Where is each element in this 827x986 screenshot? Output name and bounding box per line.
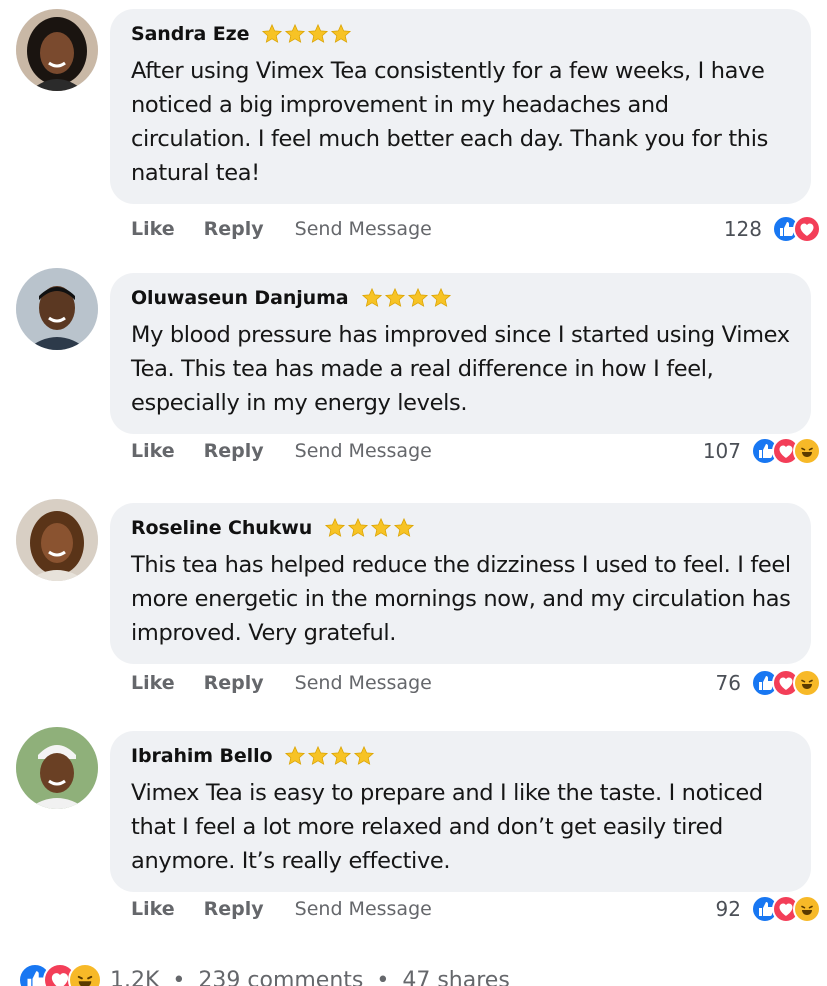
star-icon	[407, 287, 428, 307]
star-icon	[262, 23, 283, 43]
avatar-photo	[16, 268, 98, 350]
star-icon	[371, 517, 392, 537]
reaction-icons[interactable]	[772, 215, 821, 243]
total-reaction-count[interactable]: 1.2K	[110, 968, 159, 986]
star-rating	[324, 517, 415, 539]
comment-feed: Sandra Eze After using Vimex Tea consist…	[0, 0, 827, 986]
total-reaction-icons[interactable]	[18, 963, 102, 986]
comments-count-link[interactable]: 239 comments	[198, 968, 363, 986]
comment-actions: Like Reply Send Message 92	[131, 893, 821, 925]
reaction-count[interactable]: 76	[716, 671, 741, 695]
star-icon	[348, 517, 369, 537]
comment-author[interactable]: Ibrahim Bello	[131, 745, 273, 767]
reaction-icons[interactable]	[751, 437, 821, 465]
separator-dot: •	[376, 967, 390, 986]
star-icon	[354, 745, 375, 765]
avatar[interactable]	[16, 727, 98, 809]
avatar[interactable]	[16, 499, 98, 581]
send-message-button[interactable]: Send Message	[295, 898, 432, 920]
reply-button[interactable]: Reply	[204, 218, 264, 240]
comment-bubble: Oluwaseun Danjuma My blood pressure has …	[110, 273, 811, 434]
star-rating	[261, 23, 352, 45]
star-rating	[361, 287, 452, 309]
like-button[interactable]: Like	[131, 440, 175, 462]
avatar-photo	[16, 499, 98, 581]
comment-actions: Like Reply Send Message 107	[131, 435, 821, 467]
like-button[interactable]: Like	[131, 218, 175, 240]
shares-count-link[interactable]: 47 shares	[402, 968, 509, 986]
comment-actions: Like Reply Send Message 76	[131, 667, 821, 699]
star-icon	[308, 745, 329, 765]
avatar-photo	[16, 9, 98, 91]
post-summary-bar: 1.2K • 239 comments • 47 shares	[18, 960, 510, 986]
reply-button[interactable]: Reply	[204, 440, 264, 462]
comment-bubble: Roseline Chukwu This tea has helped redu…	[110, 503, 811, 664]
love-reaction-icon	[793, 215, 821, 243]
haha-reaction-icon	[793, 437, 821, 465]
comment-text: After using Vimex Tea consistently for a…	[131, 58, 768, 186]
reaction-count[interactable]: 128	[724, 217, 762, 241]
separator-dot: •	[172, 967, 186, 986]
comment-text: This tea has helped reduce the dizziness…	[131, 552, 791, 646]
send-message-button[interactable]: Send Message	[295, 440, 432, 462]
comment-author[interactable]: Sandra Eze	[131, 23, 249, 45]
star-icon	[325, 517, 346, 537]
star-icon	[308, 23, 329, 43]
reaction-count[interactable]: 92	[716, 897, 741, 921]
reaction-icons[interactable]	[751, 669, 821, 697]
haha-reaction-icon	[68, 963, 102, 986]
reply-button[interactable]: Reply	[204, 898, 264, 920]
like-button[interactable]: Like	[131, 898, 175, 920]
star-rating	[284, 745, 375, 767]
star-icon	[361, 287, 382, 307]
send-message-button[interactable]: Send Message	[295, 218, 432, 240]
star-icon	[384, 287, 405, 307]
comment-actions: Like Reply Send Message 128	[131, 213, 821, 245]
star-icon	[331, 23, 352, 43]
comment-text: Vimex Tea is easy to prepare and I like …	[131, 780, 763, 874]
star-icon	[430, 287, 451, 307]
comment-bubble: Sandra Eze After using Vimex Tea consist…	[110, 9, 811, 204]
haha-reaction-icon	[793, 669, 821, 697]
star-icon	[285, 23, 306, 43]
reaction-count[interactable]: 107	[703, 439, 741, 463]
avatar[interactable]	[16, 9, 98, 91]
avatar[interactable]	[16, 268, 98, 350]
reaction-icons[interactable]	[751, 895, 821, 923]
haha-reaction-icon	[793, 895, 821, 923]
comment-author[interactable]: Oluwaseun Danjuma	[131, 287, 349, 309]
reply-button[interactable]: Reply	[204, 672, 264, 694]
comment-text: My blood pressure has improved since I s…	[131, 322, 790, 416]
star-icon	[285, 745, 306, 765]
send-message-button[interactable]: Send Message	[295, 672, 432, 694]
star-icon	[394, 517, 415, 537]
like-button[interactable]: Like	[131, 672, 175, 694]
comment-author[interactable]: Roseline Chukwu	[131, 517, 312, 539]
avatar-photo	[16, 727, 98, 809]
star-icon	[331, 745, 352, 765]
comment-bubble: Ibrahim Bello Vimex Tea is easy to prepa…	[110, 731, 811, 892]
